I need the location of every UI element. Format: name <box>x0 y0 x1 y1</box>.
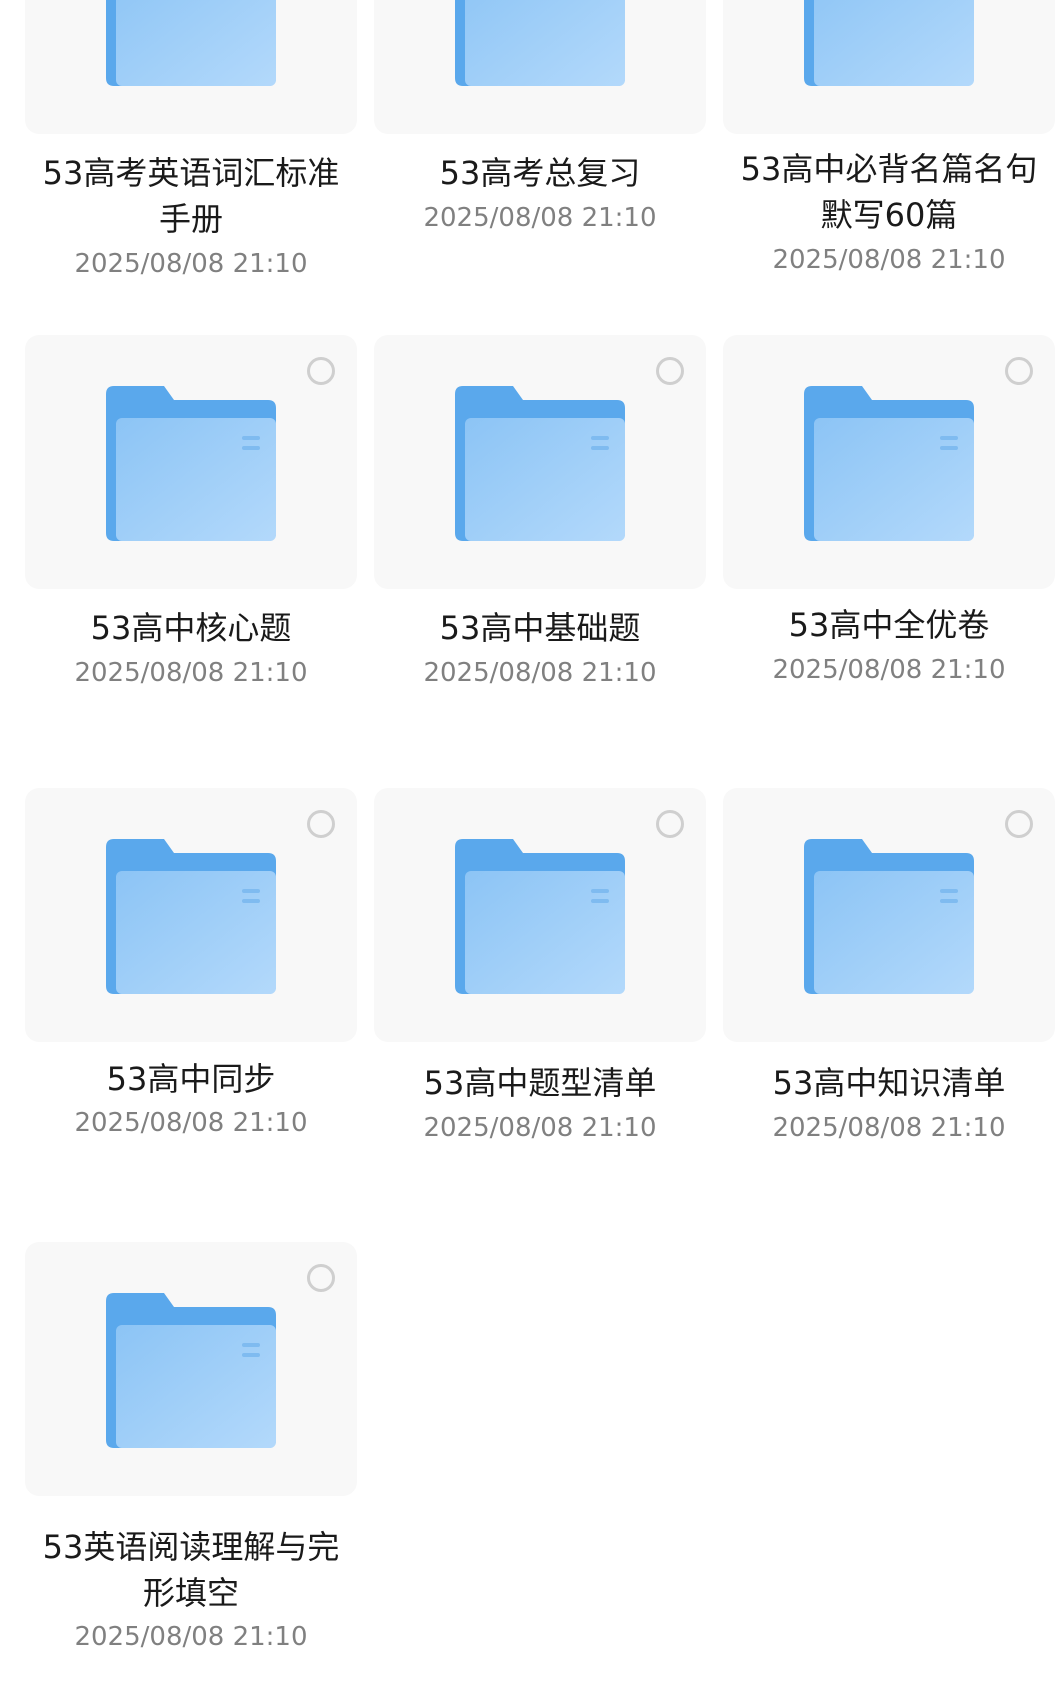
select-radio[interactable] <box>1005 357 1033 385</box>
folder-item[interactable]: 53高中全优卷 2025/08/08 21:10 <box>723 335 1055 735</box>
select-radio[interactable] <box>307 357 335 385</box>
folder-date: 2025/08/08 21:10 <box>74 1108 308 1138</box>
folder-item[interactable]: 53英语阅读理解与完形填空 2025/08/08 21:10 <box>25 1242 357 1652</box>
select-radio[interactable] <box>307 810 335 838</box>
folder-name: 53高中题型清单 <box>423 1064 657 1102</box>
folder-card[interactable] <box>25 1242 357 1496</box>
folder-card[interactable] <box>723 335 1055 589</box>
folder-item[interactable]: 53高考总复习 2025/08/08 21:10 <box>374 0 706 280</box>
folder-date: 2025/08/08 21:10 <box>772 245 1006 275</box>
folder-card[interactable] <box>374 335 706 589</box>
folder-name: 53高中必背名篇名句默写60篇 <box>740 150 1038 234</box>
select-radio[interactable] <box>656 357 684 385</box>
select-radio[interactable] <box>656 810 684 838</box>
folder-date: 2025/08/08 21:10 <box>74 249 308 279</box>
folder-icon <box>804 839 974 994</box>
folder-item[interactable]: 53高中必背名篇名句默写60篇 2025/08/08 21:10 <box>723 0 1055 280</box>
folder-item[interactable]: 53高中同步 2025/08/08 21:10 <box>25 788 357 1188</box>
select-radio[interactable] <box>307 1264 335 1292</box>
folder-icon <box>455 0 625 86</box>
folder-name: 53高考总复习 <box>439 154 641 192</box>
folder-item[interactable]: 53高中核心题 2025/08/08 21:10 <box>25 335 357 735</box>
folder-item[interactable]: 53高中题型清单 2025/08/08 21:10 <box>374 788 706 1188</box>
folder-name: 53英语阅读理解与完形填空 <box>42 1528 340 1612</box>
folder-date: 2025/08/08 21:10 <box>74 1622 308 1652</box>
folder-item[interactable]: 53高中基础题 2025/08/08 21:10 <box>374 335 706 735</box>
folder-card[interactable] <box>374 0 706 134</box>
folder-icon <box>804 0 974 86</box>
folder-date: 2025/08/08 21:10 <box>423 1113 657 1143</box>
folder-card[interactable] <box>25 788 357 1042</box>
folder-card[interactable] <box>374 788 706 1042</box>
folder-name: 53高考英语词汇标准手册 <box>42 154 340 238</box>
folder-name: 53高中基础题 <box>439 609 641 647</box>
folder-card[interactable] <box>723 788 1055 1042</box>
select-radio[interactable] <box>1005 810 1033 838</box>
folder-icon <box>106 0 276 86</box>
folder-date: 2025/08/08 21:10 <box>772 655 1006 685</box>
folder-name: 53高中知识清单 <box>772 1064 1006 1102</box>
folder-item[interactable]: 53高考英语词汇标准手册 2025/08/08 21:10 <box>25 0 357 280</box>
folder-date: 2025/08/08 21:10 <box>74 658 308 688</box>
folder-grid: 53高考英语词汇标准手册 2025/08/08 21:10 53高考总复习 20… <box>0 0 1056 1691</box>
folder-icon <box>106 386 276 541</box>
folder-icon <box>106 1293 276 1448</box>
folder-card[interactable] <box>723 0 1055 134</box>
folder-item[interactable]: 53高中知识清单 2025/08/08 21:10 <box>723 788 1055 1188</box>
folder-name: 53高中全优卷 <box>788 606 990 644</box>
folder-name: 53高中同步 <box>106 1060 276 1098</box>
folder-name: 53高中核心题 <box>90 609 292 647</box>
folder-icon <box>804 386 974 541</box>
folder-card[interactable] <box>25 335 357 589</box>
folder-date: 2025/08/08 21:10 <box>423 203 657 233</box>
folder-icon <box>106 839 276 994</box>
folder-icon <box>455 386 625 541</box>
folder-card[interactable] <box>25 0 357 134</box>
folder-date: 2025/08/08 21:10 <box>423 658 657 688</box>
folder-date: 2025/08/08 21:10 <box>772 1113 1006 1143</box>
folder-icon <box>455 839 625 994</box>
